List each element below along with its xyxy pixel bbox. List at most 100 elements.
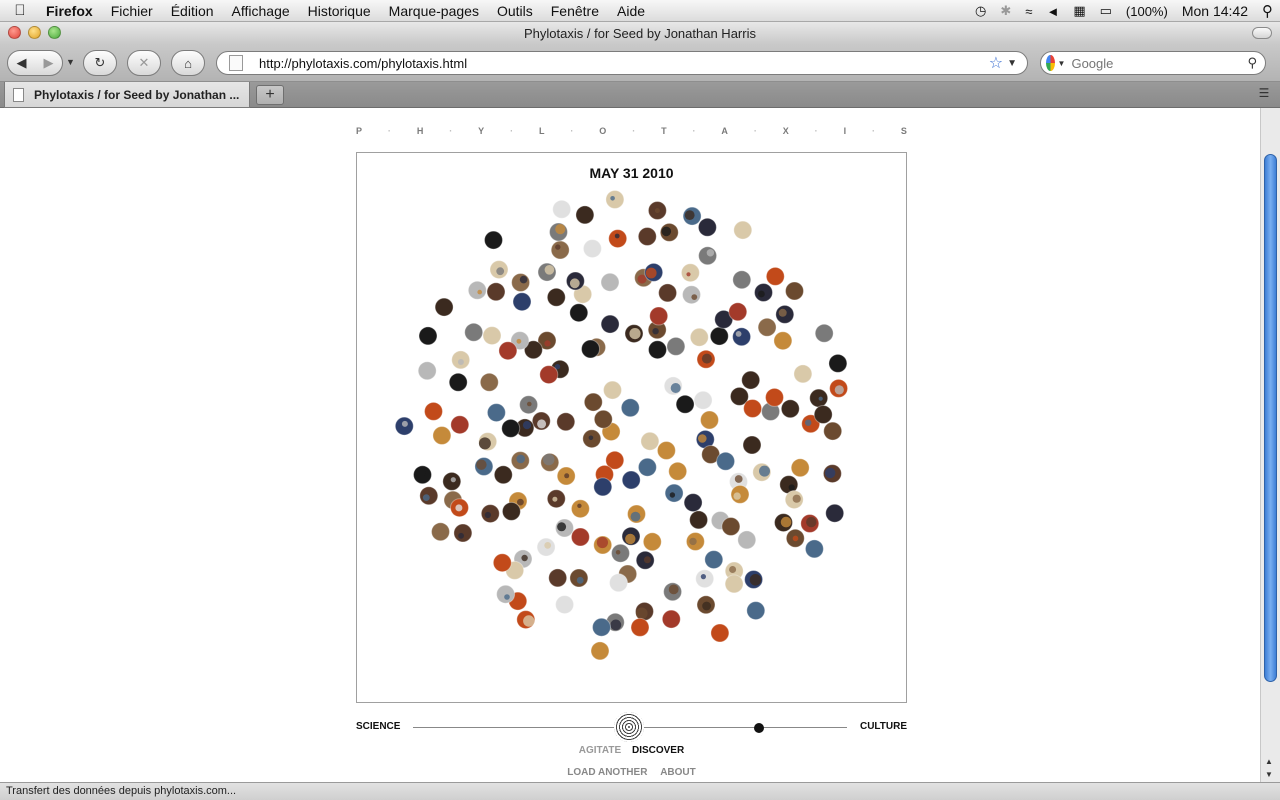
image-thumbnail[interactable] [608,229,628,249]
image-thumbnail[interactable] [453,523,473,543]
image-thumbnail[interactable] [570,499,590,519]
image-thumbnail[interactable] [450,415,470,435]
image-thumbnail[interactable] [593,477,613,497]
image-thumbnail[interactable] [590,641,610,661]
image-thumbnail[interactable] [710,623,730,643]
stop-button[interactable]: ✕ [127,50,161,76]
image-thumbnail[interactable] [813,405,833,424]
image-thumbnail[interactable] [793,364,813,384]
image-thumbnail[interactable] [666,336,686,356]
image-thumbnail[interactable] [464,322,484,342]
image-thumbnail[interactable] [732,327,752,347]
image-thumbnail[interactable] [552,199,572,219]
about-link[interactable]: ABOUT [660,767,696,778]
url-bar[interactable]: http://phylotaxis.com/phylotaxis.html ☆ … [216,51,1028,75]
image-thumbnail[interactable] [648,340,667,360]
keyboard-icon[interactable]: ▦ [1066,3,1092,19]
bluetooth-icon[interactable]: ✱ [993,3,1018,19]
url-dropdown-icon[interactable]: ▼ [1007,58,1017,69]
image-thumbnail[interactable] [546,287,566,307]
image-thumbnail[interactable] [431,522,450,542]
tab-list-icon[interactable]: ☰ [1254,86,1274,104]
image-thumbnail[interactable] [555,595,575,615]
image-thumbnail[interactable] [668,461,688,481]
search-input[interactable] [1071,55,1248,71]
image-thumbnail[interactable] [539,365,559,385]
image-thumbnail[interactable] [689,510,709,530]
new-tab-button[interactable]: + [256,85,284,105]
image-thumbnail[interactable] [814,323,834,343]
image-thumbnail[interactable] [728,302,748,322]
image-thumbnail[interactable] [581,339,600,359]
search-box[interactable]: ▼ ⚲ [1040,51,1266,75]
image-thumbnail[interactable] [621,470,641,490]
menu-app[interactable]: Firefox [40,3,102,19]
image-thumbnail[interactable] [592,617,611,637]
image-thumbnail[interactable] [765,387,784,407]
menu-fichier[interactable]: Fichier [102,3,162,19]
reload-button[interactable]: ↻ [83,50,117,76]
image-thumbnail[interactable] [683,493,703,513]
image-thumbnail[interactable] [780,399,800,419]
image-thumbnail[interactable] [432,426,452,445]
image-thumbnail[interactable] [773,331,793,351]
time-machine-icon[interactable]: ◷ [968,3,993,19]
image-thumbnail[interactable] [467,280,487,300]
image-thumbnail[interactable] [570,527,590,547]
image-thumbnail[interactable] [828,353,848,373]
image-thumbnail[interactable] [556,412,576,432]
image-thumbnail[interactable] [721,517,741,536]
image-thumbnail[interactable] [724,574,744,594]
slider-handle[interactable] [754,723,764,733]
image-thumbnail[interactable] [693,390,713,410]
search-icon[interactable]: ⚲ [1247,55,1257,71]
agitate-link[interactable]: AGITATE [579,745,621,756]
menu-edition[interactable]: Édition [162,3,223,19]
image-thumbnail[interactable] [492,553,512,573]
apple-icon[interactable]:  [0,2,40,19]
image-thumbnail[interactable] [511,273,531,292]
image-thumbnail[interactable] [637,227,657,246]
clock[interactable]: Mon 14:42 [1175,3,1255,19]
toolbar-toggle-button[interactable] [1252,27,1272,39]
history-dropdown-icon[interactable]: ▼ [66,57,75,67]
image-thumbnail[interactable] [600,272,620,292]
image-thumbnail[interactable] [583,392,603,412]
science-label[interactable]: SCIENCE [356,721,400,732]
back-icon[interactable]: ◀ [17,55,27,71]
engine-dropdown-icon[interactable]: ▼ [1058,59,1066,68]
image-thumbnail[interactable] [424,401,443,421]
menu-affichage[interactable]: Affichage [223,3,299,19]
tab-phylotaxis[interactable]: Phylotaxis / for Seed by Jonathan ... [4,82,250,108]
image-thumbnail[interactable] [512,292,532,312]
wifi-icon[interactable]: ≈ [1018,4,1039,19]
image-thumbnail[interactable] [600,314,620,334]
image-thumbnail[interactable] [757,317,777,337]
image-thumbnail[interactable] [682,285,701,305]
image-thumbnail[interactable] [765,266,785,286]
image-thumbnail[interactable] [732,270,752,290]
image-thumbnail[interactable] [417,361,437,381]
image-thumbnail[interactable] [741,370,761,390]
home-button[interactable]: ⌂ [171,50,205,76]
battery-percent[interactable]: (100%) [1119,4,1175,19]
menu-outils[interactable]: Outils [488,3,542,19]
load-another-link[interactable]: LOAD ANOTHER [567,767,647,778]
battery-icon[interactable]: ▭ [1093,3,1119,19]
image-thumbnail[interactable] [675,394,695,414]
scroll-thumb[interactable] [1264,154,1277,682]
image-thumbnail[interactable] [823,421,843,441]
image-thumbnail[interactable] [658,283,678,303]
image-thumbnail[interactable] [605,190,625,209]
vertical-scrollbar[interactable]: ▲ ▼ [1260,108,1280,782]
image-thumbnail[interactable] [630,617,650,637]
image-thumbnail[interactable] [593,409,613,429]
image-thumbnail[interactable] [697,217,717,237]
spotlight-icon[interactable]: ⚲ [1255,2,1280,20]
menu-fenetre[interactable]: Fenêtre [542,3,608,19]
image-thumbnail[interactable] [733,220,753,240]
image-thumbnail[interactable] [479,372,499,392]
scroll-up-icon[interactable]: ▲ [1265,757,1273,766]
url-text[interactable]: http://phylotaxis.com/phylotaxis.html [259,56,989,71]
image-thumbnail[interactable] [493,465,513,485]
